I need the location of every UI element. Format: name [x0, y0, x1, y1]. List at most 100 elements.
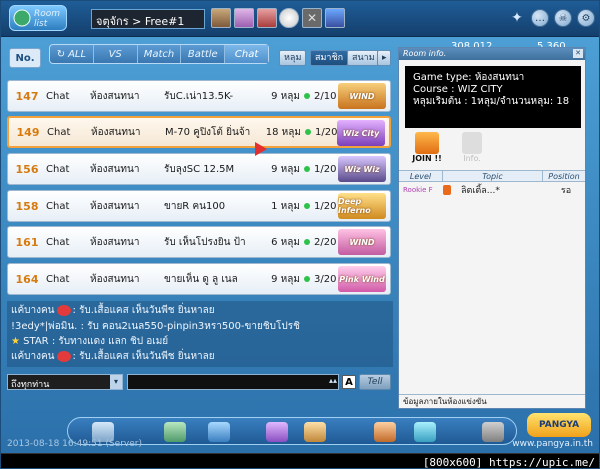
sort-members-button[interactable]: สมาชิก	[310, 50, 349, 66]
avatar-icon-2[interactable]	[234, 8, 254, 28]
sort-course-button[interactable]: สนาม	[347, 50, 380, 66]
room-title: ขายเห็น ดู ลู เนล	[164, 273, 238, 285]
status-dot-icon	[300, 166, 314, 172]
chat-input[interactable]	[127, 374, 339, 390]
font-toggle-button[interactable]: A	[342, 375, 356, 389]
tab-chat[interactable]: Chat	[225, 45, 268, 63]
chat-message: แค้บางคน : รับ.เสื้อแคส เห็นวันพีช ยิ่นหา…	[11, 303, 215, 317]
room-holes: 9 หลุม	[271, 163, 300, 175]
info-icon	[462, 132, 482, 154]
caddie-icon[interactable]	[325, 8, 345, 28]
gift-icon[interactable]	[208, 422, 230, 442]
room-holes: 6 หลุม	[271, 236, 300, 248]
course-badge: WIND	[338, 229, 386, 255]
status-dot-icon	[300, 203, 314, 209]
chat-bubble-icon[interactable]: …	[531, 9, 549, 27]
channel-selector[interactable]: จตุจักร > Free#1	[91, 9, 205, 29]
chat-sender: แค้บางคน	[11, 305, 55, 316]
room-title: รับ เห็นโปรงยิน ป้า	[164, 236, 246, 248]
chat-message: !3edy*|พ่อมิน. : รับ คอน2เนล550-pinpin3ห…	[11, 319, 300, 333]
pangya-logo: PANGYA	[527, 413, 591, 437]
upload-resolution-bar: [800x600] https://upic.me/	[1, 453, 599, 469]
game-type-text: Game type: ห้องสนทนา	[413, 72, 525, 83]
room-row[interactable]: 158 Chat ห้องสนทนา ขายR ฅน100 1 หลุม 1/2…	[7, 190, 391, 222]
tab-battle[interactable]: Battle	[181, 45, 226, 63]
chat-sender: STAR	[23, 336, 49, 347]
channel-label: จตุจักร > Free#1	[96, 15, 185, 28]
info-button[interactable]: Info.	[457, 130, 487, 168]
room-row[interactable]: 161 Chat ห้องสนทนา รับ เห็นโปรงยิน ป้า 6…	[7, 226, 391, 258]
close-icon[interactable]: ✕	[573, 49, 583, 58]
player-table-header: Level Topic Position	[399, 170, 585, 182]
status-dot-icon	[300, 93, 314, 99]
tab-match[interactable]: Match	[138, 45, 182, 63]
chat-message: แค้บางคน: รับ.เสื้อแคส เห็นวันพีช ยิ่นหา…	[11, 349, 215, 363]
game-window: Room list จตุจักร > Free#1 ✕ ✦ … ☠ ⚙ 308…	[0, 0, 600, 469]
sort-holes-button[interactable]: หลุม	[279, 50, 307, 66]
room-title: M-70 คูปิงโต้ ยิ่นจ้า	[165, 126, 251, 138]
player-level: Rookie F	[403, 186, 433, 194]
skull-icon[interactable]: ☠	[554, 9, 572, 27]
room-row[interactable]: 147 Chat ห้องสนทนา รับC.เน่า13.5K- 9 หลุ…	[7, 80, 391, 112]
room-row-selected[interactable]: 149 Chat ห้องสนทนา M-70 คูปิงโต้ ยิ่นจ้า…	[7, 116, 391, 148]
info-label: Info.	[463, 154, 481, 163]
avatar-icon-1[interactable]	[211, 8, 231, 28]
chat-text: : รับ.เสื้อแคส เห็นวันพีช ยิ่นหาลย	[72, 305, 215, 316]
settings-icon[interactable]: ⚙	[577, 9, 595, 27]
room-info-footer: ข้อมูลภายในห้องแข่งขัน	[399, 394, 585, 408]
tab-vs[interactable]: VS	[94, 45, 138, 63]
status-dot-icon	[301, 129, 315, 135]
sort-number-button[interactable]: No.	[9, 48, 41, 68]
join-icon	[415, 132, 439, 154]
player-table: Level Topic Position Rookie F ลิตเติ้ล..…	[399, 170, 585, 198]
star-icon: ★	[11, 336, 20, 347]
chat-target-select[interactable]: ถึงทุกท่าน ▾	[7, 374, 123, 390]
chat-log: แค้บางคน : รับ.เสื้อแคส เห็นวันพีช ยิ่นหา…	[7, 301, 393, 367]
mail-icon[interactable]	[266, 422, 288, 442]
achievement-icon[interactable]	[304, 422, 326, 442]
chat-message: ★ STAR : รับทางแดง แลก ชิป อเมย์	[11, 334, 168, 348]
resolution-tag: [800x600] https://upic.me/	[422, 456, 595, 469]
column-header: Topic	[443, 171, 543, 181]
tab-all[interactable]: ↻ ALL	[50, 45, 94, 63]
holes-text: หลุมเริ่มต้น : 1หลุม/จำนวนหลุม: 18 หลุม	[413, 96, 573, 107]
dropdown-arrow-icon[interactable]: ▾	[110, 375, 122, 389]
item-icon[interactable]	[257, 8, 277, 28]
tell-button[interactable]: Tell	[359, 374, 391, 390]
inventory-icon[interactable]	[164, 422, 186, 442]
chat-input-row: ถึงทุกท่าน ▾ ▴▴ A Tell	[7, 374, 393, 390]
course-badge: Wiz Wiz	[338, 156, 386, 182]
room-number: 164	[15, 272, 39, 286]
exit-icon[interactable]	[482, 422, 504, 442]
room-filter-bar: No. ↻ ALL VS Match Battle Chat หลุม สมาชิ…	[7, 42, 393, 70]
ball-icon[interactable]	[279, 8, 299, 28]
close-item-icon[interactable]: ✕	[302, 8, 322, 28]
room-mode: Chat	[46, 200, 70, 212]
column-header: Level	[399, 171, 443, 181]
room-type: ห้องสนทนา	[90, 200, 140, 212]
room-type: ห้องสนทนา	[90, 236, 140, 248]
player-row[interactable]: Rookie F ลิตเติ้ล...* รอ	[399, 182, 585, 198]
chat-sender: แค้บางคน	[11, 351, 55, 362]
expand-arrow-icon[interactable]: ▴▴	[329, 376, 337, 385]
chat-sender: !3edy*|พ่อมิน.	[11, 321, 78, 332]
join-button[interactable]: JOIN !!	[409, 130, 445, 168]
room-info-panel: Room info. ✕ Game type: ห้องสนทนา Course…	[398, 47, 586, 409]
room-mode: Chat	[46, 236, 70, 248]
status-dot-icon	[300, 276, 314, 282]
chat-target-value: ถึงทุกท่าน	[11, 380, 50, 390]
sparkle-icon[interactable]: ✦	[508, 9, 526, 27]
room-row[interactable]: 164 Chat ห้องสนทนา ขายเห็น ดู ลู เนล 9 ห…	[7, 263, 391, 295]
house-icon[interactable]	[374, 422, 396, 442]
map-icon[interactable]	[414, 422, 436, 442]
room-holes: 1 หลุม	[271, 200, 300, 212]
room-number: 147	[15, 89, 39, 103]
room-row[interactable]: 156 Chat ห้องสนทนา รับลุงSC 12.5M 9 หลุม…	[7, 153, 391, 185]
scroll-right-arrow-icon[interactable]: ▸	[377, 50, 391, 66]
room-info-details: Game type: ห้องสนทนา Course : WIZ CITY ห…	[405, 66, 581, 128]
course-badge: WIND	[338, 83, 386, 109]
mouse-cursor-icon	[255, 142, 267, 156]
room-title: ขายR ฅน100	[164, 200, 226, 212]
website-url: www.pangya.in.th	[512, 439, 593, 449]
course-badge: Deep Inferno	[338, 193, 386, 219]
